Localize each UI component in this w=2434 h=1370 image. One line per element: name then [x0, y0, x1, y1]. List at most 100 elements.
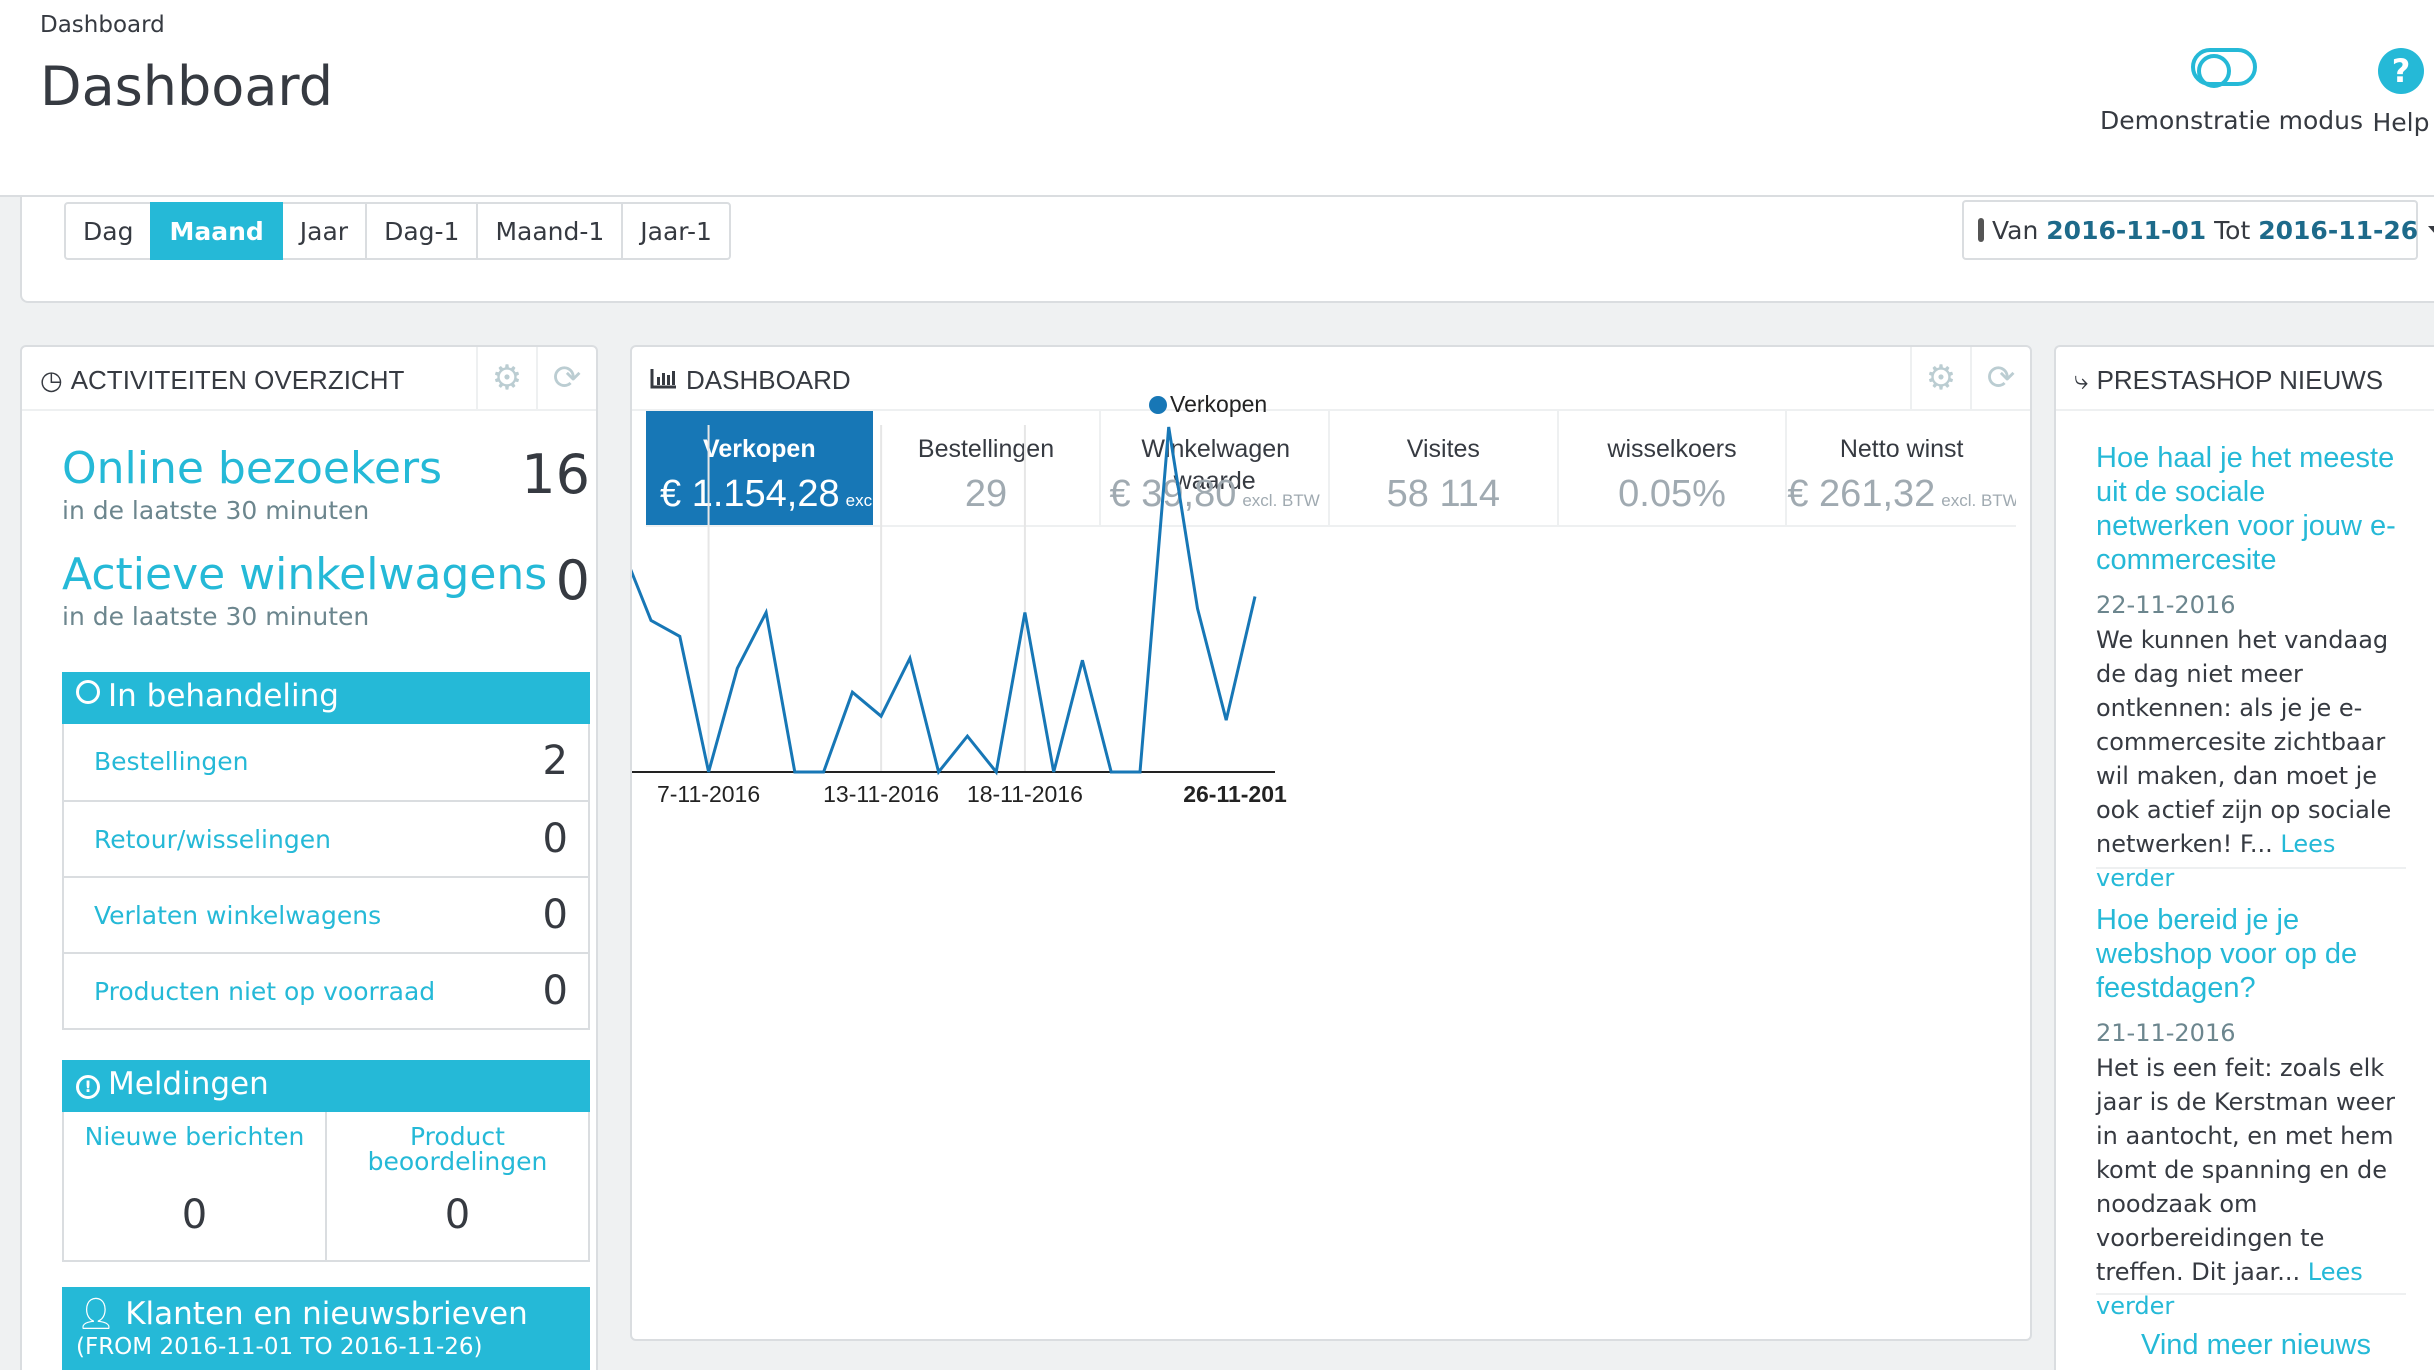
- customers-section-header: 👤︎ Klanten en nieuwsbrieven (FROM 2016-1…: [62, 1287, 590, 1370]
- news-body-text: We kunnen het vandaag de dag niet meer o…: [2096, 626, 2392, 858]
- pending-label[interactable]: Verlaten winkelwagens: [94, 901, 381, 930]
- date-to: 2016-11-26: [2258, 215, 2419, 245]
- period-button-prev-day[interactable]: Dag-1: [365, 202, 479, 260]
- chart-data-point: [1223, 717, 1229, 723]
- chart-legend-label: Verkopen: [1170, 391, 1267, 417]
- period-button-year[interactable]: Jaar: [280, 202, 368, 260]
- calendar-icon: [1978, 218, 1984, 242]
- pending-title: In behandeling: [108, 678, 339, 714]
- page-header: Dashboard Dashboard Demonstratie modus ?…: [0, 0, 2434, 197]
- period-button-month[interactable]: Maand: [150, 202, 283, 260]
- customers-title: Klanten en nieuwsbrieven: [125, 1296, 528, 1332]
- chart-data-point: [648, 617, 654, 623]
- chart-data-point: [1022, 609, 1028, 615]
- pending-row-returns[interactable]: Retour/wisselingen 0: [64, 800, 588, 876]
- notifications-grid: Nieuwe berichten 0 Product beoordelingen…: [62, 1112, 590, 1262]
- chart-series-line: [632, 426, 1257, 776]
- pending-row-abandoned-carts[interactable]: Verlaten winkelwagens 0: [64, 876, 588, 952]
- pending-value: 0: [542, 968, 568, 1014]
- demo-mode-label: Demonstratie modus: [2100, 106, 2364, 135]
- pending-label[interactable]: Bestellingen: [94, 747, 249, 776]
- rss-icon: ⤷: [2074, 365, 2089, 395]
- online-visitors-block: Online bezoekers 16 in de laatste 30 min…: [62, 443, 590, 525]
- chart-data-point: [1166, 424, 1172, 430]
- help-label: Help: [2372, 108, 2430, 137]
- chart-legend-marker: [1149, 396, 1167, 414]
- chart-data-point: [734, 665, 740, 671]
- period-button-prev-month[interactable]: Maand-1: [476, 202, 624, 260]
- chart-data-point: [1108, 769, 1114, 775]
- chart-data-point: [993, 769, 999, 775]
- caret-down-icon: [2428, 225, 2434, 235]
- news-body: Het is een feit: zoals elk jaar is de Ke…: [2096, 1051, 2406, 1323]
- active-carts-count: 0: [555, 549, 590, 612]
- news-title-link[interactable]: Hoe haal je het meeste uit de sociale ne…: [2096, 441, 2406, 577]
- chart-x-tick-label: 26-11-201: [1183, 781, 1287, 807]
- chart-data-point: [878, 713, 884, 719]
- user-icon: 👤︎: [76, 1296, 116, 1332]
- pending-row-orders[interactable]: Bestellingen 2: [64, 724, 588, 800]
- notification-new-messages[interactable]: Nieuwe berichten 0: [64, 1112, 325, 1260]
- chart-data-point: [821, 769, 827, 775]
- notifications-section-header: ! Meldingen: [62, 1060, 590, 1112]
- activity-panel-header: ◷ ACTIVITEITEN OVERZICHT ⚙ ⟳: [22, 347, 596, 411]
- clock-icon: ◷: [40, 365, 63, 395]
- active-carts-link[interactable]: Actieve winkelwagens: [62, 549, 590, 600]
- chart-data-point: [1252, 594, 1258, 600]
- date-to-label: Tot: [2214, 215, 2251, 245]
- chart-data-point: [763, 609, 769, 615]
- pending-row-out-of-stock[interactable]: Producten niet op voorraad 0: [64, 952, 588, 1028]
- chart-data-point: [1137, 769, 1143, 775]
- pending-section-header: In behandeling: [62, 672, 590, 724]
- gear-icon[interactable]: ⚙: [476, 347, 536, 409]
- pending-value: 2: [542, 738, 568, 784]
- pending-value: 0: [542, 816, 568, 862]
- notification-label[interactable]: Nieuwe berichten: [64, 1124, 325, 1149]
- chart-x-tick-label: 18-11-2016: [967, 781, 1083, 807]
- news-body: We kunnen het vandaag de dag niet meer o…: [2096, 623, 2406, 895]
- notification-label[interactable]: Product beoordelingen: [327, 1124, 588, 1174]
- notifications-title: Meldingen: [108, 1066, 269, 1102]
- chart-x-tick-label: 7-11-2016: [657, 781, 760, 807]
- question-circle-icon: ?: [2378, 48, 2424, 94]
- demo-mode-toggle[interactable]: Demonstratie modus: [2100, 48, 2364, 135]
- period-button-day[interactable]: Dag: [64, 202, 153, 260]
- pending-label[interactable]: Producten niet op voorraad: [94, 977, 435, 1006]
- chart-data-point: [964, 733, 970, 739]
- news-date: 22-11-2016: [2096, 591, 2236, 619]
- prestashop-news-panel: ⤷ PRESTASHOP NIEUWS Hoe haal je het meest…: [2054, 345, 2434, 1370]
- page-title: Dashboard: [40, 55, 333, 118]
- date-range-picker[interactable]: Van 2016-11-01 Tot 2016-11-26: [1962, 200, 2434, 260]
- chart-x-tick-label: 13-11-2016: [823, 781, 939, 807]
- dashboard-panel: DASHBOARD ⚙ ⟳ Verkopen € 1.154,28excl. B…: [630, 345, 2032, 1341]
- date-from: 2016-11-01: [2046, 215, 2207, 245]
- chart-data-point: [1079, 657, 1085, 663]
- online-visitors-sub: in de laatste 30 minuten: [62, 496, 370, 525]
- period-button-prev-year[interactable]: Jaar-1: [621, 202, 731, 260]
- activity-panel-title: ACTIVITEITEN OVERZICHT: [70, 365, 405, 395]
- notification-product-reviews[interactable]: Product beoordelingen 0: [325, 1112, 588, 1260]
- online-visitors-link[interactable]: Online bezoekers: [62, 443, 590, 494]
- news-panel-title: PRESTASHOP NIEUWS: [2096, 365, 2384, 395]
- online-visitors-count: 16: [521, 443, 590, 506]
- help-button[interactable]: ? Help: [2368, 48, 2434, 137]
- exclamation-circle-icon: !: [76, 1075, 100, 1099]
- news-item: Hoe haal je het meeste uit de sociale ne…: [2096, 441, 2406, 895]
- pending-list: Bestellingen 2 Retour/wisselingen 0 Verl…: [62, 724, 590, 1030]
- pending-label[interactable]: Retour/wisselingen: [94, 825, 331, 854]
- period-filter-panel: Dag Maand Jaar Dag-1 Maand-1 Jaar-1 Van …: [20, 197, 2434, 303]
- active-carts-sub: in de laatste 30 minuten: [62, 602, 370, 631]
- news-title-link[interactable]: Hoe bereid je je webshop voor op de fees…: [2096, 903, 2406, 1005]
- news-item: Hoe bereid je je webshop voor op de fees…: [2096, 903, 2406, 1323]
- chart-data-point: [792, 769, 798, 775]
- more-news-link[interactable]: Vind meer nieuws: [2096, 1329, 2416, 1362]
- chart-data-point: [1194, 605, 1200, 611]
- news-panel-header: ⤷ PRESTASHOP NIEUWS: [2056, 347, 2434, 411]
- notification-value: 0: [181, 1192, 208, 1238]
- breadcrumb[interactable]: Dashboard: [40, 12, 165, 38]
- customers-sub: (FROM 2016-11-01 TO 2016-11-26): [76, 1334, 483, 1360]
- chart-data-point: [1051, 769, 1057, 775]
- clock-icon: [76, 680, 100, 704]
- chart-data-point: [907, 655, 913, 661]
- refresh-icon[interactable]: ⟳: [536, 347, 596, 409]
